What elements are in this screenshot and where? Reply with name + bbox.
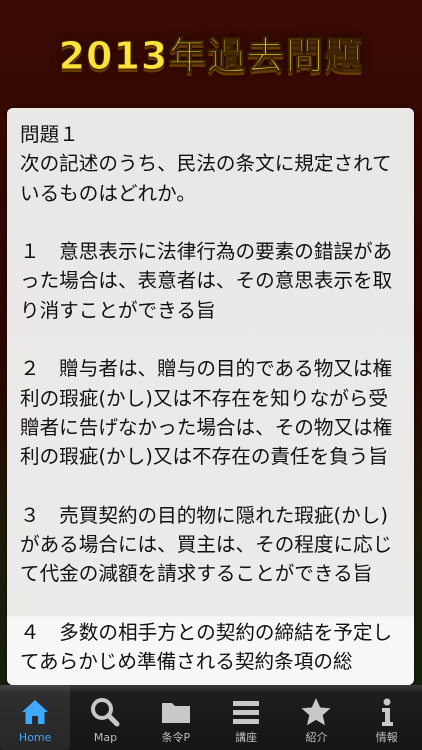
tab-jouhou-label: 情報 bbox=[375, 731, 398, 744]
tab-shoukai[interactable]: 紹介 bbox=[281, 685, 351, 750]
header: 2013年過去問題 bbox=[0, 0, 422, 108]
tab-jourei-label: 条令P bbox=[161, 731, 191, 744]
question-stem: 次の記述のうち、民法の条文に規定されているものはどれか。 bbox=[20, 152, 392, 205]
question-content: 問題１ 次の記述のうち、民法の条文に規定されているものはどれか。 １ 意思表示に… bbox=[20, 120, 406, 677]
search-icon bbox=[91, 698, 120, 727]
question-number: 問題１ bbox=[20, 123, 79, 146]
tab-kouza-label: 講座 bbox=[235, 731, 258, 744]
tab-kouza[interactable]: 講座 bbox=[211, 685, 281, 750]
tab-shoukai-label: 紹介 bbox=[305, 731, 328, 744]
star-icon bbox=[301, 698, 331, 726]
choice-4: ４ 多数の相手方との契約の締結を予定してあらかじめ準備される契約条項の総 bbox=[20, 621, 393, 674]
choice-2: ２ 贈与者は、贈与の目的である物又は権利の瑕疵(かし)又は不存在を知りながら受贈… bbox=[20, 357, 393, 469]
info-icon bbox=[381, 698, 393, 726]
folder-icon bbox=[161, 703, 190, 723]
list-icon bbox=[233, 701, 260, 724]
choice-1: １ 意思表示に法律行為の要素の錯誤があった場合は、表意者は、その意思表示を取り消… bbox=[20, 240, 393, 322]
tab-bar: Home Map 条令P 講座 紹介 情報 bbox=[0, 685, 422, 750]
question-card[interactable]: 問題１ 次の記述のうち、民法の条文に規定されているものはどれか。 １ 意思表示に… bbox=[7, 108, 414, 685]
choice-3: ３ 売買契約の目的物に隠れた瑕疵(かし)がある場合には、買主は、その程度に応じて… bbox=[20, 503, 393, 586]
tab-home[interactable]: Home bbox=[0, 685, 71, 750]
tab-jourei[interactable]: 条令P bbox=[141, 685, 211, 750]
home-icon bbox=[22, 700, 49, 724]
tab-home-label: Home bbox=[18, 731, 52, 744]
page-title: 2013年過去問題 bbox=[58, 33, 364, 78]
tab-map[interactable]: Map bbox=[70, 685, 140, 750]
tab-jouhou[interactable]: 情報 bbox=[352, 685, 422, 750]
tab-map-label: Map bbox=[93, 731, 118, 744]
